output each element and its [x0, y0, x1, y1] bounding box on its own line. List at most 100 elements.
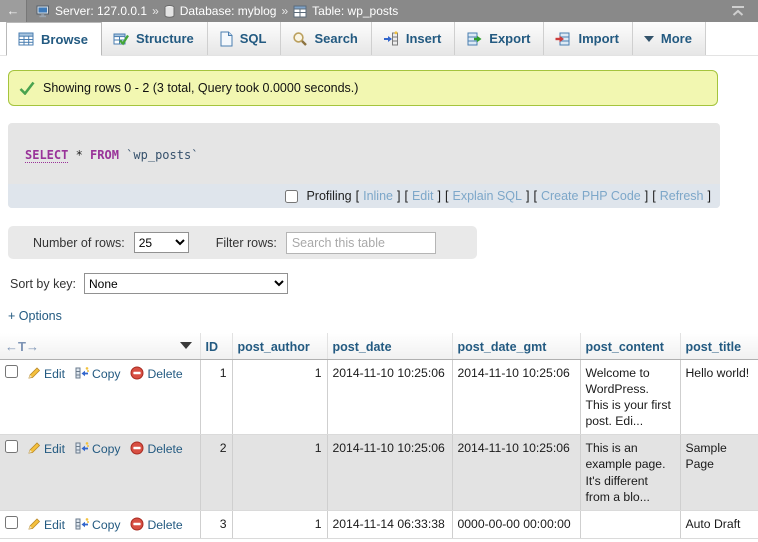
cell-post-date-gmt: 0000-00-00 00:00:00: [452, 510, 580, 538]
tab-sql[interactable]: SQL: [208, 22, 281, 55]
inline-link[interactable]: Inline: [363, 189, 393, 203]
results-table: ←T→ ID post_author post_date post_date_g…: [0, 333, 758, 539]
import-icon: [555, 31, 571, 47]
success-message-text: Showing rows 0 - 2 (3 total, Query took …: [43, 81, 358, 95]
delete-row-link[interactable]: Delete: [147, 442, 182, 456]
column-header-post-author[interactable]: post_author: [232, 333, 327, 360]
tab-structure[interactable]: Structure: [102, 22, 208, 55]
success-check-icon: [19, 81, 35, 95]
cell-post-title: Sample Page: [680, 435, 758, 510]
column-header-post-date-gmt[interactable]: post_date_gmt: [452, 333, 580, 360]
column-header-post-date[interactable]: post_date: [327, 333, 452, 360]
bracket: ]: [645, 189, 648, 203]
sort-row: Sort by key: None: [10, 273, 758, 294]
cell-post-title: Auto Draft: [680, 510, 758, 538]
delete-row-link[interactable]: Delete: [147, 367, 182, 381]
sql-table-name: `wp_posts`: [119, 148, 198, 162]
rows-filter-bar: Number of rows: 25 Filter rows:: [8, 226, 477, 259]
copy-row-link[interactable]: Copy: [92, 367, 120, 381]
breadcrumb-table-label: Table: wp_posts: [312, 4, 398, 18]
bracket: ]: [526, 189, 529, 203]
export-icon: [466, 31, 482, 47]
tab-bar: Browse Structure SQL Search Insert Expor…: [0, 22, 758, 56]
refresh-link[interactable]: Refresh: [660, 189, 704, 203]
column-header-post-content[interactable]: post_content: [580, 333, 680, 360]
sql-query-box: SELECT * FROM `wp_posts` Profiling [ Inl…: [8, 123, 720, 208]
column-header-id[interactable]: ID: [200, 333, 232, 360]
sql-keyword-from: FROM: [90, 148, 119, 162]
cell-id: 2: [200, 435, 232, 510]
back-button[interactable]: ←: [0, 0, 27, 22]
cell-post-content: [580, 510, 680, 538]
breadcrumb-bar: ← Server: 127.0.0.1 » Database: myblog »…: [0, 0, 758, 22]
tab-browse[interactable]: Browse: [6, 22, 102, 56]
breadcrumb-separator: »: [152, 4, 159, 18]
profiling-label: Profiling: [306, 189, 351, 203]
server-icon: [36, 5, 50, 18]
filter-rows-label: Filter rows:: [216, 236, 277, 250]
tab-structure-label: Structure: [136, 31, 194, 46]
options-toggle-link[interactable]: + Options: [8, 309, 62, 323]
copy-icon: [75, 517, 89, 531]
edit-row-link[interactable]: Edit: [44, 518, 65, 532]
search-icon: [292, 31, 308, 47]
delete-row-link[interactable]: Delete: [147, 518, 182, 532]
tab-import[interactable]: Import: [544, 22, 632, 55]
table-header-row: ←T→ ID post_author post_date post_date_g…: [0, 333, 758, 360]
copy-icon: [75, 366, 89, 380]
tab-insert[interactable]: Insert: [372, 22, 455, 55]
delete-icon: [130, 517, 144, 531]
sort-by-key-label: Sort by key:: [10, 277, 76, 291]
sql-keyword-select[interactable]: SELECT: [25, 148, 68, 163]
breadcrumb-separator: »: [281, 4, 288, 18]
cell-post-date-gmt: 2014-11-10 10:25:06: [452, 360, 580, 435]
bracket: [: [652, 189, 655, 203]
breadcrumb-database[interactable]: Database: myblog: [164, 4, 277, 18]
profiling-checkbox[interactable]: [285, 190, 298, 203]
column-actions-header[interactable]: ←T→: [0, 333, 200, 360]
delete-icon: [130, 441, 144, 455]
edit-row-link[interactable]: Edit: [44, 367, 65, 381]
column-header-post-title[interactable]: post_title: [680, 333, 758, 360]
table-icon: [293, 5, 307, 18]
structure-icon: [113, 31, 129, 47]
page-size-select[interactable]: 25: [134, 232, 189, 253]
bracket: ]: [397, 189, 400, 203]
tab-search[interactable]: Search: [281, 22, 372, 55]
row-checkbox[interactable]: [5, 442, 18, 456]
row-checkbox[interactable]: [5, 367, 18, 381]
bracket: [: [356, 189, 359, 203]
bracket: ]: [438, 189, 441, 203]
database-icon: [164, 5, 175, 18]
pencil-icon: [27, 517, 41, 531]
breadcrumb-table[interactable]: Table: wp_posts: [293, 4, 398, 18]
sort-by-key-select[interactable]: None: [84, 273, 288, 294]
bracket: [: [533, 189, 536, 203]
cell-post-author: 1: [232, 510, 327, 538]
copy-row-link[interactable]: Copy: [92, 518, 120, 532]
tab-more[interactable]: More: [633, 22, 706, 55]
sort-menu-icon[interactable]: [180, 342, 192, 349]
bracket: [: [445, 189, 448, 203]
copy-row-link[interactable]: Copy: [92, 442, 120, 456]
breadcrumb-server[interactable]: Server: 127.0.0.1: [36, 4, 147, 18]
filter-rows-input[interactable]: [286, 232, 436, 254]
row-checkbox[interactable]: [5, 518, 18, 532]
edit-row-link[interactable]: Edit: [44, 442, 65, 456]
tab-search-label: Search: [315, 31, 358, 46]
cell-post-date: 2014-11-10 10:25:06: [327, 360, 452, 435]
breadcrumb-server-label: Server: 127.0.0.1: [55, 4, 147, 18]
insert-icon: [383, 31, 399, 47]
browse-icon: [18, 31, 34, 47]
sql-footer-bar: Profiling [ Inline ] [ Edit ] [ Explain …: [8, 184, 720, 208]
breadcrumb-database-label: Database: myblog: [180, 4, 277, 18]
edit-query-link[interactable]: Edit: [412, 189, 434, 203]
tab-export[interactable]: Export: [455, 22, 544, 55]
explain-sql-link[interactable]: Explain SQL: [452, 189, 521, 203]
tab-insert-label: Insert: [406, 31, 441, 46]
create-php-code-link[interactable]: Create PHP Code: [541, 189, 641, 203]
collapse-console-button[interactable]: [718, 5, 758, 17]
move-columns-icon: ←T→: [5, 339, 39, 354]
row-actions-cell: Edit Copy Delete: [0, 510, 200, 538]
row-actions-cell: Edit Copy Delete: [0, 360, 200, 435]
